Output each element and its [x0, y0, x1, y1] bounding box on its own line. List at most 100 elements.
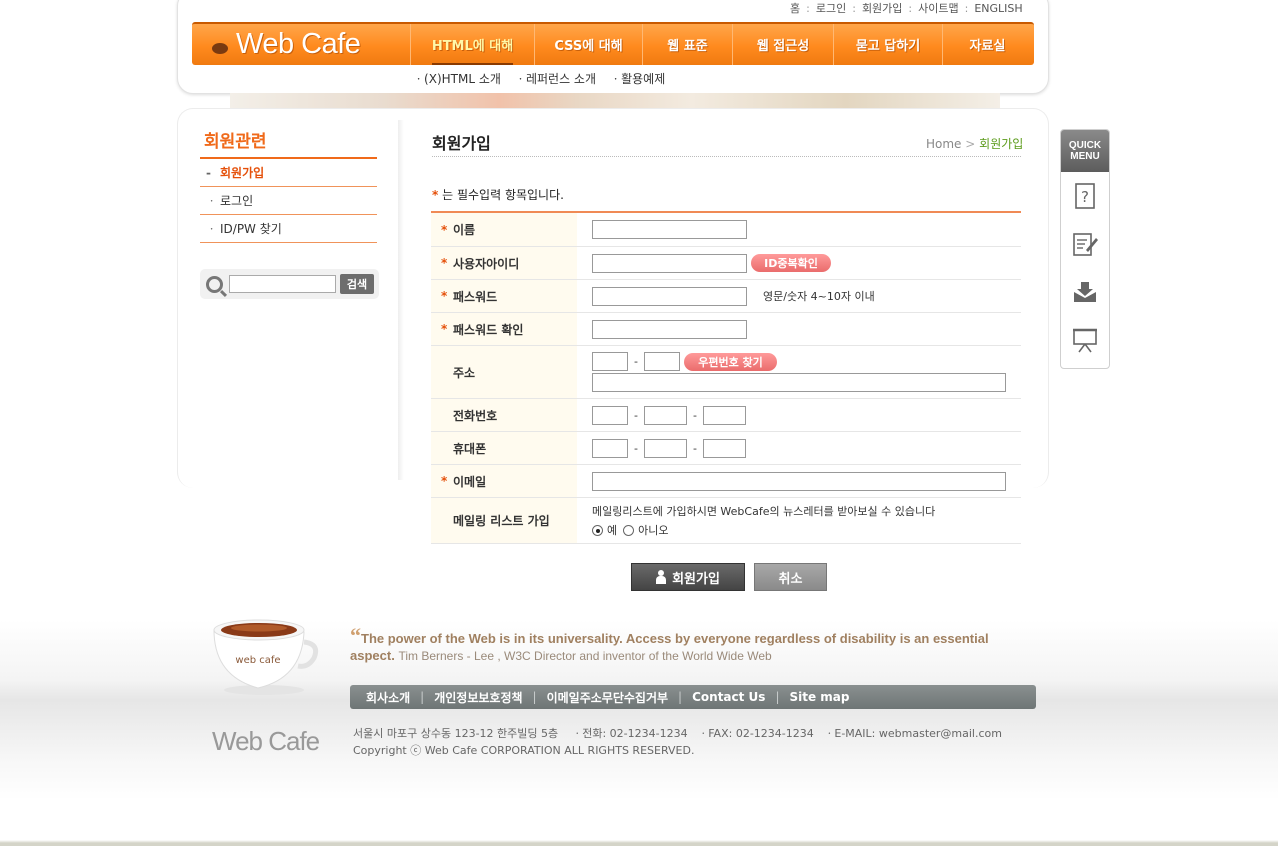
label-name: 이름 [453, 223, 476, 237]
form-row-name: * 이름 [431, 213, 1021, 247]
sidebar-divider [398, 120, 404, 480]
footer-link-sitemap[interactable]: Site map [789, 690, 849, 704]
label-password: 패스워드 [453, 289, 498, 304]
label-phone: 전화번호 [453, 408, 498, 423]
top-link-login[interactable]: 로그인 [816, 2, 846, 15]
footer-link-contact[interactable]: Contact Us [692, 690, 765, 704]
top-links: 홈: 로그인: 회원가입: 사이트맵: ENGLISH [790, 2, 1023, 15]
zip1-input[interactable] [592, 352, 628, 371]
label-userid: 사용자아이디 [453, 256, 520, 271]
sub-nav: ㆍ(X)HTML 소개 ㆍ레퍼런스 소개 ㆍ활용예제 [413, 70, 679, 87]
edit-document-icon[interactable] [1061, 220, 1109, 268]
label-address: 주소 [453, 365, 476, 380]
label-mailing: 메일링 리스트 가입 [453, 514, 550, 528]
breadcrumb-home[interactable]: Home [926, 137, 961, 151]
help-icon[interactable]: ? [1061, 172, 1109, 220]
password-hint: 영문/숫자 4~10자 이내 [763, 290, 875, 303]
sidebar-menu: - 회원가입 ㆍ 로그인 ㆍ ID/PW 찾기 [200, 157, 377, 243]
user-icon [656, 570, 667, 584]
top-link-home[interactable]: 홈 [790, 2, 800, 15]
form-row-address: 주소 - 우편번호 찾기 [431, 346, 1021, 399]
download-icon[interactable] [1061, 268, 1109, 316]
decorative-banner [230, 93, 1000, 109]
top-link-sitemap[interactable]: 사이트맵 [918, 2, 958, 15]
sidebar-search: 검색 [200, 269, 379, 299]
password-confirm-input[interactable] [592, 319, 747, 339]
id-check-button[interactable]: ID중복확인 [751, 254, 831, 272]
footer-link-privacy[interactable]: 개인정보보호정책 [434, 689, 522, 706]
footer-link-company[interactable]: 회사소개 [366, 689, 410, 706]
quick-menu-title: QUICK MENU [1061, 130, 1109, 172]
mailing-no-label: 아니오 [638, 524, 669, 537]
subnav-reference[interactable]: ㆍ레퍼런스 소개 [515, 72, 596, 86]
quick-menu: QUICK MENU ? [1060, 129, 1110, 369]
name-input[interactable] [592, 220, 747, 239]
form-row-phone: 전화번호 -- [431, 399, 1021, 432]
form-row-password-confirm: * 패스워드 확인 [431, 313, 1021, 346]
nav-css[interactable]: CSS에 대해 [534, 24, 642, 65]
nav-accessibility[interactable]: 웹 접근성 [732, 24, 833, 65]
cancel-button[interactable]: 취소 [754, 563, 827, 591]
coffee-bean-icon [212, 43, 228, 54]
phone2-input[interactable] [643, 405, 687, 425]
coffee-cup-icon: web cafe [213, 619, 319, 695]
mobile3-input[interactable] [702, 438, 746, 458]
search-button[interactable]: 검색 [340, 274, 374, 294]
form-row-email: * 이메일 [431, 465, 1021, 498]
copyright: Copyright ⓒ Web Cafe CORPORATION ALL RIG… [353, 744, 695, 757]
phone3-input[interactable] [702, 405, 746, 425]
nav-resources[interactable]: 자료실 [942, 24, 1032, 65]
logo-text: Web Cafe [236, 28, 361, 60]
sidebar-item-login[interactable]: ㆍ 로그인 [200, 187, 377, 215]
site-logo[interactable]: Web Cafe [192, 24, 410, 65]
cup-label: web cafe [235, 655, 280, 666]
svg-text:?: ? [1081, 188, 1089, 206]
userid-input[interactable] [592, 253, 747, 273]
required-star-icon: * [432, 188, 439, 202]
label-mobile: 휴대폰 [453, 441, 487, 456]
form-row-mobile: 휴대폰 -- [431, 432, 1021, 465]
mobile1-input[interactable] [592, 438, 628, 458]
phone1-input[interactable] [592, 405, 628, 425]
mobile2-input[interactable] [643, 438, 687, 458]
mailing-no-radio[interactable] [623, 524, 635, 536]
presentation-icon[interactable] [1061, 316, 1109, 364]
mailing-description: 메일링리스트에 가입하시면 WebCafe의 뉴스레터를 받아보실 수 있습니다 [592, 505, 936, 518]
zip2-input[interactable] [643, 352, 680, 371]
nav-html[interactable]: HTML에 대해 [410, 24, 534, 65]
title-divider [432, 156, 1021, 157]
nav-qna[interactable]: 묻고 답하기 [833, 24, 942, 65]
breadcrumb-sep-icon: > [965, 137, 976, 151]
sidebar-item-find-idpw[interactable]: ㆍ ID/PW 찾기 [200, 215, 377, 243]
quote-attribution: Tim Berners - Lee , W3C Director and inv… [398, 649, 772, 663]
page-title: 회원가입 [432, 134, 491, 153]
footer-address: 서울시 마포구 상수동 123-12 한주빌딩 5층 ㆍ전화: 02-1234-… [353, 727, 1002, 757]
top-link-join[interactable]: 회원가입 [862, 2, 902, 15]
footer-logo: Web Cafe [212, 726, 320, 756]
join-button[interactable]: 회원가입 [631, 563, 745, 591]
email-input[interactable] [592, 471, 1006, 491]
search-icon [206, 275, 223, 293]
breadcrumb-current: 회원가입 [979, 137, 1024, 151]
sidebar-item-join[interactable]: - 회원가입 [200, 159, 377, 187]
quote-mark-icon: “ [350, 623, 361, 648]
footer-link-email-policy[interactable]: 이메일주소무단수집거부 [547, 689, 668, 706]
label-email: 이메일 [453, 474, 487, 489]
subnav-xhtml[interactable]: ㆍ(X)HTML 소개 [413, 72, 501, 86]
mailing-yes-radio[interactable] [592, 524, 603, 536]
main-nav: Web Cafe HTML에 대해 CSS에 대해 웹 표준 웹 접근성 묻고 … [192, 22, 1034, 65]
search-input[interactable] [229, 275, 336, 293]
sidebar-title: 회원관련 [204, 132, 267, 152]
join-form: * 이름 * 사용자아이디 ID중복확인 * 패스워드 영문/숫자 4~10자 이내 … [431, 211, 1021, 544]
label-password-confirm: 패스워드 확인 [453, 322, 524, 337]
top-link-english[interactable]: ENGLISH [974, 2, 1022, 15]
subnav-examples[interactable]: ㆍ활용예제 [610, 72, 665, 86]
mailing-yes-label: 예 [607, 524, 618, 537]
address-input[interactable] [592, 373, 1006, 392]
password-input[interactable] [592, 286, 747, 306]
zip-search-button[interactable]: 우편번호 찾기 [683, 352, 777, 371]
footer-nav: 회사소개 | 개인정보보호정책 | 이메일주소무단수집거부 | Contact Us |… [350, 685, 1036, 709]
footer-quote: “The power of the Web is in its universa… [350, 623, 989, 664]
required-note: * 는 필수입력 항목입니다. [432, 188, 564, 202]
nav-web-standard[interactable]: 웹 표준 [642, 24, 732, 65]
